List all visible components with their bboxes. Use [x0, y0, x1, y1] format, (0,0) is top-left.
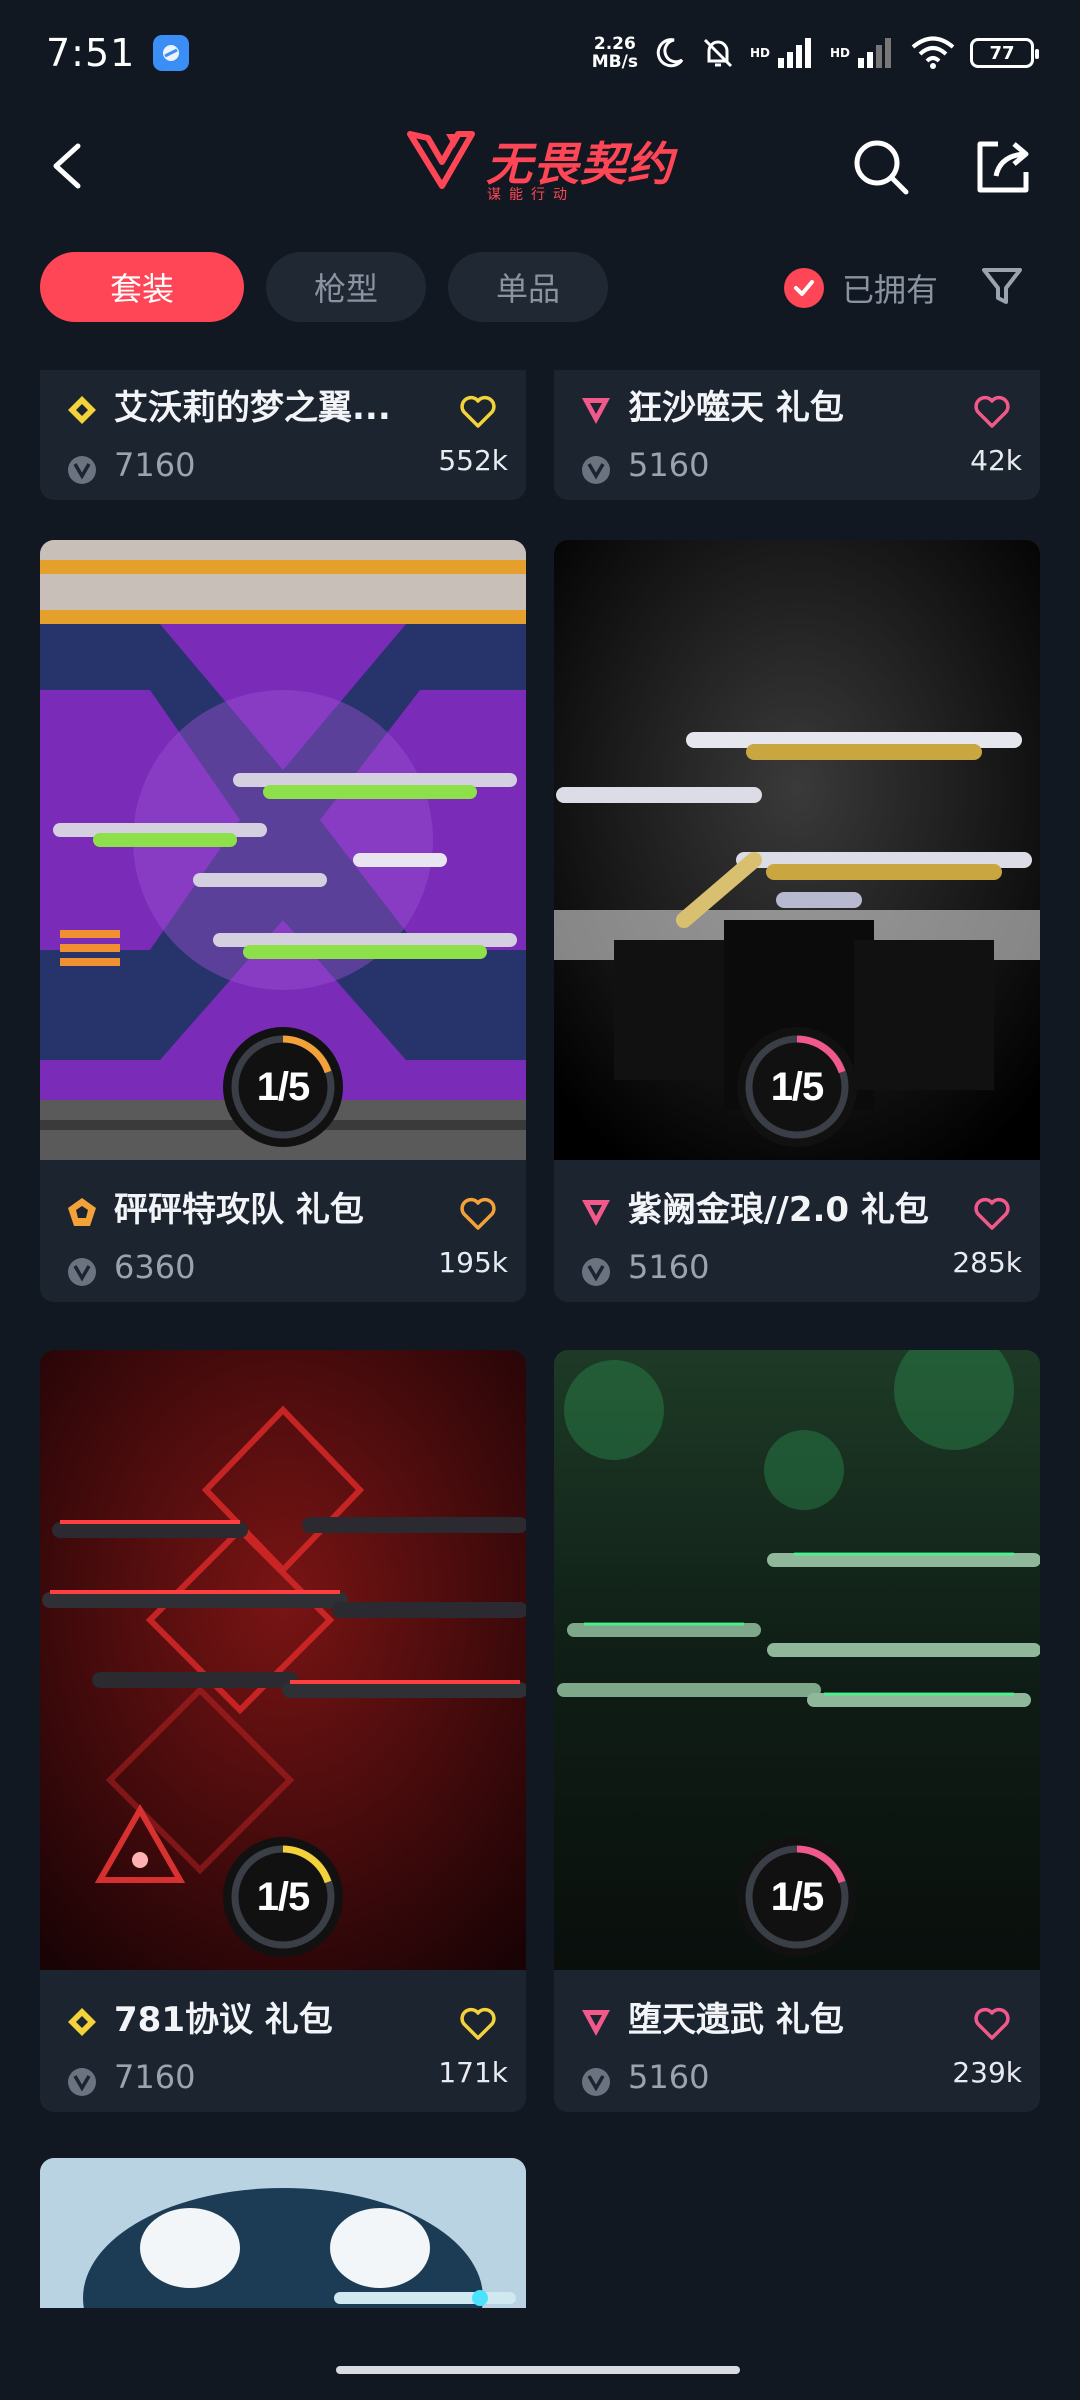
filter-funnel-icon[interactable]: [978, 262, 1026, 310]
bundle-card[interactable]: [40, 2158, 526, 2308]
vp-currency-icon: [68, 1258, 96, 1286]
bundle-price: 5160: [628, 446, 710, 484]
heart-icon[interactable]: [972, 1194, 1012, 1232]
bundle-card[interactable]: 艾沃莉的梦之翼... 7160 552k: [40, 370, 526, 500]
bundle-likes: 552k: [438, 444, 508, 477]
tab-bundles[interactable]: 套装: [40, 252, 244, 322]
vp-currency-icon: [68, 2068, 96, 2096]
status-time: 7:51: [46, 31, 136, 75]
tier-orange-icon: [68, 1198, 96, 1226]
bundle-price: 5160: [628, 2058, 710, 2096]
bundle-card[interactable]: 1/5 781协议 礼包 7160 171k: [40, 1350, 526, 2112]
bundle-price: 6360: [114, 1248, 196, 1286]
heart-icon[interactable]: [972, 2004, 1012, 2042]
bundle-artwork: 1/5: [40, 1350, 526, 1970]
heart-icon[interactable]: [972, 392, 1012, 430]
mute-bell-icon: [703, 38, 733, 68]
tier-pink-icon: [582, 1200, 610, 1226]
vp-currency-icon: [582, 456, 610, 484]
bundle-card[interactable]: 1/5 堕天遗武 礼包 5160 239k: [554, 1350, 1040, 2112]
heart-icon[interactable]: [458, 392, 498, 430]
bundle-card[interactable]: 1/5 紫阙金琅//2.0 礼包 5160 285k: [554, 540, 1040, 1302]
logo-subtext: 谋能行动: [487, 187, 575, 203]
bundle-price: 5160: [628, 1248, 710, 1286]
signal-icon-2: [858, 38, 891, 68]
check-icon: [784, 268, 824, 308]
progress-text: 1/5: [770, 1874, 825, 1919]
bundle-likes: 171k: [438, 2056, 508, 2089]
net-speed-unit: MB/s: [591, 52, 638, 72]
heart-icon[interactable]: [458, 1194, 498, 1232]
bundle-card[interactable]: 狂沙噬天 礼包 5160 42k: [554, 370, 1040, 500]
home-indicator[interactable]: [336, 2366, 740, 2374]
app-header: 无畏契约 谋能行动: [0, 106, 1080, 236]
progress-text: 1/5: [256, 1874, 311, 1919]
bundle-price: 7160: [114, 446, 196, 484]
bundle-likes: 239k: [952, 2056, 1022, 2089]
valorant-logo-icon: [407, 131, 475, 189]
bundle-name: 狂沙噬天 礼包: [628, 388, 844, 428]
tier-pink-icon: [582, 2010, 610, 2036]
bundle-likes: 42k: [970, 444, 1022, 477]
share-icon[interactable]: [972, 136, 1034, 198]
collection-progress-ring: 1/5: [732, 1022, 862, 1152]
progress-text: 1/5: [770, 1064, 825, 1109]
owned-label: 已拥有: [842, 271, 939, 309]
bundle-name: 堕天遗武 礼包: [628, 2000, 844, 2040]
bundle-artwork: 1/5: [554, 1350, 1040, 1970]
moon-icon: [656, 38, 684, 68]
vp-currency-icon: [582, 1258, 610, 1286]
net-speed-value: 2.26: [593, 34, 636, 54]
bundle-artwork: 1/5: [554, 540, 1040, 1160]
net-speed: 2.26 MB/s: [592, 35, 638, 71]
progress-text: 1/5: [256, 1064, 311, 1109]
signal-hd-label: HD: [749, 46, 770, 60]
vp-currency-icon: [68, 456, 96, 484]
bundle-card[interactable]: 1/5 砰砰特攻队 礼包 6360 195k: [40, 540, 526, 1302]
heart-icon[interactable]: [458, 2004, 498, 2042]
search-icon[interactable]: [850, 136, 912, 198]
bundle-price: 7160: [114, 2058, 196, 2096]
collection-progress-ring: 1/5: [218, 1022, 348, 1152]
bundle-name: 艾沃莉的梦之翼...: [114, 388, 391, 428]
signal-icon: [777, 38, 811, 68]
app-logo: 无畏契约 谋能行动: [405, 106, 675, 216]
bundle-artwork: [40, 2158, 526, 2308]
tab-single-item[interactable]: 单品: [448, 252, 608, 322]
battery-indicator: 77: [970, 38, 1039, 68]
bundle-likes: 195k: [438, 1246, 508, 1279]
tab-weapon-type[interactable]: 枪型: [266, 252, 426, 322]
bundle-grid: 艾沃莉的梦之翼... 7160 552k 狂沙噬天 礼包 5160 42k 1/…: [0, 370, 1080, 2308]
bundle-name: 砰砰特攻队 礼包: [114, 1190, 364, 1230]
vp-currency-icon: [582, 2068, 610, 2096]
app-notification-icon: [153, 35, 190, 71]
tier-yellow-icon: [68, 2008, 96, 2036]
bundle-name: 紫阙金琅//2.0 礼包: [628, 1190, 929, 1230]
category-tabs: 套装 枪型 单品: [40, 252, 608, 322]
wifi-icon: [911, 36, 955, 69]
status-bar: 7:51 2.26 MB/s HD HD 77: [0, 0, 1080, 106]
back-arrow-icon[interactable]: [42, 136, 102, 196]
collection-progress-ring: 1/5: [218, 1832, 348, 1962]
bundle-name: 781协议 礼包: [114, 2000, 333, 2040]
bundle-likes: 285k: [952, 1246, 1022, 1279]
tier-pink-icon: [582, 398, 610, 424]
tier-yellow-icon: [68, 396, 96, 424]
collection-progress-ring: 1/5: [732, 1832, 862, 1962]
signal-hd-label-2: HD: [829, 46, 850, 60]
bundle-artwork: 1/5: [40, 540, 526, 1160]
owned-filter-toggle[interactable]: 已拥有: [784, 265, 938, 311]
